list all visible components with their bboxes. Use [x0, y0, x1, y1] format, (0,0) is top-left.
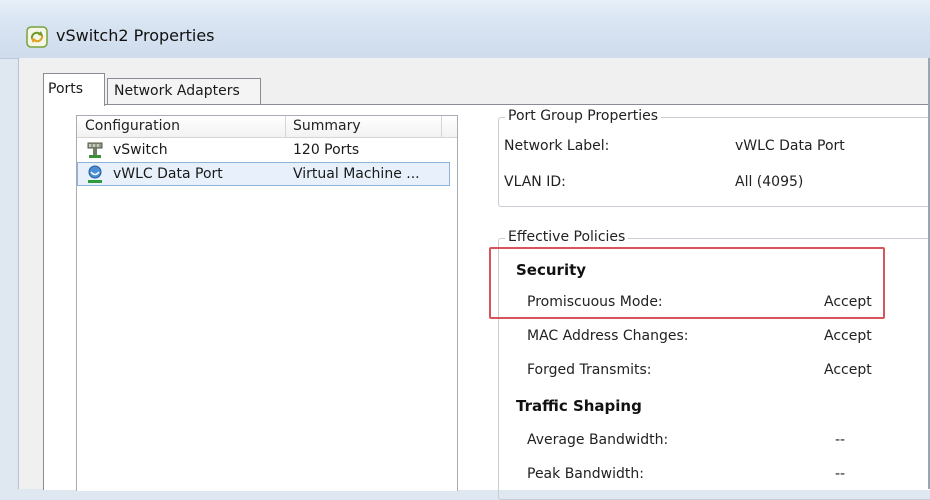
group-title: Port Group Properties [505, 108, 662, 124]
vlan-id-value: All (4095) [735, 174, 804, 190]
list-item-vswitch[interactable]: vSwitch 120 Ports [77, 138, 457, 162]
column-header-configuration[interactable]: Configuration [85, 116, 285, 137]
port-group-properties-group: Port Group Properties Network Label: vWL… [498, 108, 930, 207]
column-divider[interactable] [285, 116, 286, 137]
column-header-summary[interactable]: Summary [293, 116, 443, 137]
list-item-name: vSwitch [113, 142, 168, 158]
average-bandwidth-value: -- [835, 432, 846, 448]
peak-bandwidth-label: Peak Bandwidth: [527, 466, 644, 482]
network-label-label: Network Label: [504, 138, 610, 154]
vlan-id-label: VLAN ID: [504, 174, 566, 190]
title-bar[interactable]: vSwitch2 Properties [0, 0, 930, 59]
traffic-shaping-heading: Traffic Shaping [516, 397, 642, 415]
list-item-name: vWLC Data Port [113, 166, 223, 182]
tab-ports[interactable]: Ports [43, 73, 105, 106]
port-configuration-list[interactable]: Configuration Summary vSwitch 120 Ports [76, 115, 458, 491]
mac-address-changes-value: Accept [824, 328, 872, 344]
column-divider[interactable] [441, 116, 442, 137]
mac-address-changes-label: MAC Address Changes: [527, 328, 689, 344]
average-bandwidth-label: Average Bandwidth: [527, 432, 669, 448]
list-item-summary: Virtual Machine ... [293, 166, 420, 182]
group-title: Effective Policies [505, 229, 629, 245]
vswitch-properties-icon [26, 26, 48, 48]
port-group-icon [88, 165, 102, 183]
list-item-vwlc-data-port[interactable]: vWLC Data Port Virtual Machine ... [77, 162, 457, 186]
security-highlight-box [489, 247, 885, 319]
forged-transmits-label: Forged Transmits: [527, 362, 652, 378]
peak-bandwidth-value: -- [835, 466, 846, 482]
list-item-summary: 120 Ports [293, 142, 360, 158]
window-title: vSwitch2 Properties [56, 26, 215, 45]
vswitch-icon [87, 142, 103, 158]
tab-network-adapters[interactable]: Network Adapters [107, 78, 261, 104]
list-header: Configuration Summary [77, 116, 457, 138]
forged-transmits-value: Accept [824, 362, 872, 378]
network-label-value: vWLC Data Port [735, 138, 845, 154]
